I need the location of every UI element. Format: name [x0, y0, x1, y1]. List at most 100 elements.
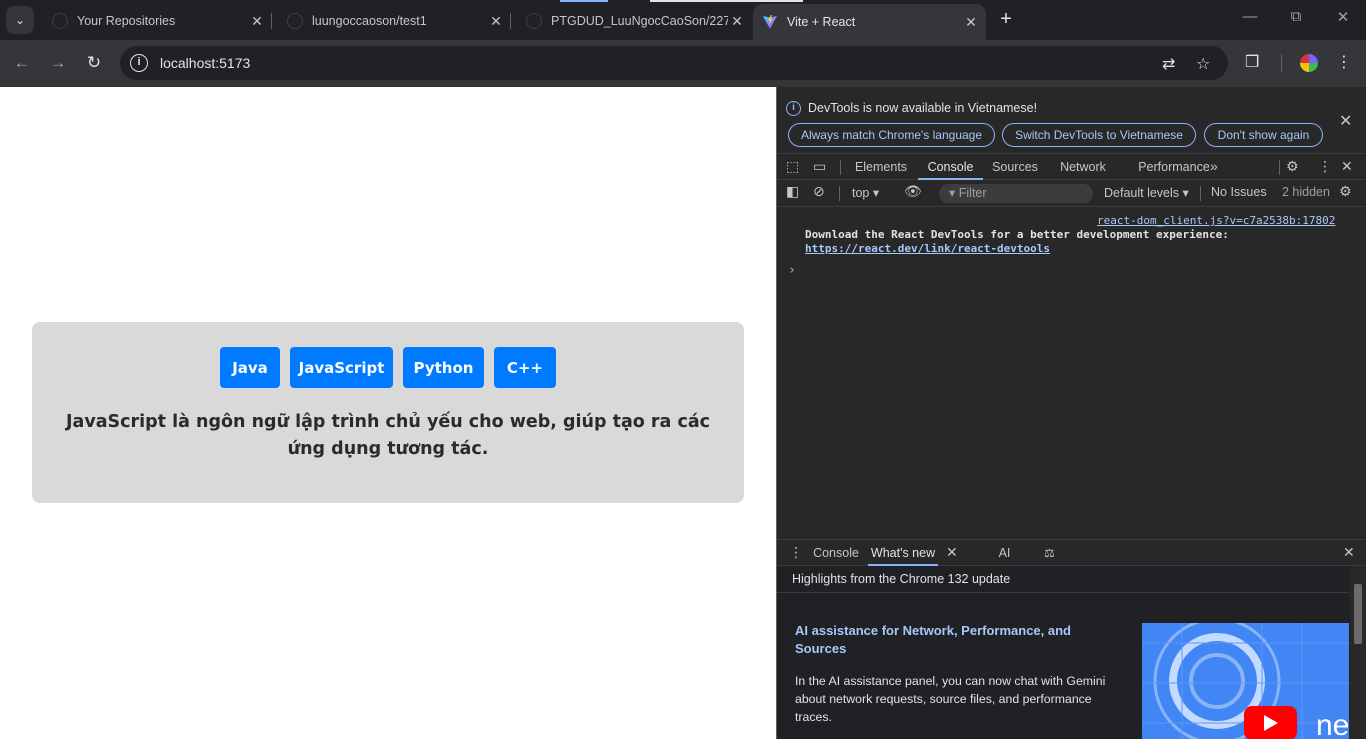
whats-new-panel: Highlights from the Chrome 132 update AI… [777, 566, 1366, 739]
language-infobar: i DevTools is now available in Vietnames… [777, 87, 1366, 153]
gear-icon[interactable]: ⚙ [1286, 158, 1299, 175]
divider [1200, 186, 1201, 201]
tab-title: Vite + React [787, 15, 856, 29]
react-devtools-link[interactable]: https://react.dev/link/react-devtools [805, 242, 1050, 255]
switch-vietnamese-button[interactable]: Switch DevTools to Vietnamese [1002, 123, 1196, 147]
tab-vite-react[interactable]: Vite + React ✕ [753, 4, 986, 40]
dont-show-again-button[interactable]: Don't show again [1204, 123, 1323, 147]
hidden-count: 2 hidden [1282, 185, 1330, 199]
info-icon: i [786, 101, 801, 116]
devtools-panel: i DevTools is now available in Vietnames… [776, 87, 1366, 739]
drawer-tab-bar: ⋮ Console What's new ✕ AI assistance ⚖ ✕ [777, 539, 1366, 586]
context-selector[interactable]: top ▾ [852, 185, 879, 200]
tab-title: Your Repositories [77, 14, 176, 28]
tab-console[interactable]: Console [918, 154, 983, 180]
site-info-icon[interactable]: i [130, 54, 148, 72]
page-viewport: Java JavaScript Python C++ JavaScript là… [0, 87, 776, 739]
tab-elements[interactable]: Elements [848, 154, 914, 180]
console-toolbar: ◧ ⊘ top ▾ 👁 ▾ Filter Default levels ▾ No… [777, 180, 1366, 207]
inspect-element-icon[interactable]: ⬚ [786, 158, 799, 175]
close-icon[interactable]: ✕ [248, 13, 266, 30]
context-label: top [852, 186, 870, 200]
tab-ptgdud[interactable]: PTGDUD_LuuNgocCaoSon/227 ✕ [512, 6, 752, 36]
drawer-tab-ai-assistance[interactable]: AI assistance [970, 540, 1039, 586]
close-icon[interactable]: ✕ [962, 14, 980, 31]
drawer-tab-whats-new[interactable]: What's new [868, 540, 938, 566]
sidebar-toggle-icon[interactable]: ◧ [786, 183, 799, 200]
tab-test1[interactable]: luungoccaoson/test1 ✕ [273, 6, 511, 36]
tab-loading-bar [560, 0, 608, 2]
address-bar[interactable]: i localhost:5173 ⇄ ☆ [120, 46, 1228, 80]
close-icon[interactable]: ✕ [1341, 158, 1353, 175]
chevron-down-icon: ⌄ [14, 13, 26, 27]
close-icon[interactable]: ✕ [728, 13, 746, 30]
url-text: localhost:5173 [160, 55, 251, 71]
back-button[interactable]: ← [9, 50, 35, 76]
drawer-scrollbar[interactable] [1350, 566, 1366, 739]
tab-title: luungoccaoson/test1 [312, 14, 427, 28]
console-filter-input[interactable]: ▾ Filter [939, 184, 1093, 203]
console-output: react-dom_client.js?v=c7a2538b:17802 Dow… [777, 207, 1366, 538]
more-options-icon[interactable]: ⋮ [1318, 158, 1332, 175]
devtools-tab-bar: ⬚ ▭ Elements Console Sources Network Per… [777, 153, 1366, 180]
log-message: Download the React DevTools for a better… [805, 228, 1229, 241]
more-tabs-icon[interactable]: » [1210, 158, 1218, 174]
cpp-button[interactable]: C++ [494, 347, 556, 388]
filter-placeholder: Filter [958, 186, 987, 200]
divider [1279, 160, 1280, 175]
tab-your-repositories[interactable]: Your Repositories ✕ [38, 6, 272, 36]
filter-icon: ▾ [949, 186, 956, 200]
close-icon[interactable]: ✕ [946, 544, 958, 561]
match-language-button[interactable]: Always match Chrome's language [788, 123, 995, 147]
video-thumbnail[interactable]: ne [1142, 623, 1349, 739]
tab-search-button[interactable]: ⌄ [6, 6, 34, 34]
log-source-link[interactable]: react-dom_client.js?v=c7a2538b:17802 [1097, 214, 1335, 227]
scrollbar-thumb[interactable] [1354, 584, 1362, 644]
close-icon[interactable]: ✕ [1339, 111, 1352, 131]
divider [840, 160, 841, 175]
github-icon [52, 13, 68, 29]
close-drawer-icon[interactable]: ✕ [1343, 544, 1355, 561]
issues-count[interactable]: No Issues [1211, 185, 1267, 199]
flask-icon: ⚖ [1044, 546, 1055, 560]
restore-button[interactable]: ⧉ [1273, 8, 1319, 25]
tab-title: PTGDUD_LuuNgocCaoSon/227 [551, 14, 728, 28]
javascript-button[interactable]: JavaScript [290, 347, 393, 388]
star-icon[interactable]: ☆ [1196, 54, 1210, 74]
language-description: JavaScript là ngôn ngữ lập trình chủ yếu… [66, 412, 710, 459]
console-prompt[interactable]: › [788, 263, 796, 278]
window-close-button[interactable]: ✕ [1320, 8, 1366, 26]
device-toolbar-icon[interactable]: ▭ [813, 158, 826, 175]
tab-sources[interactable]: Sources [987, 154, 1043, 180]
console-settings-icon[interactable]: ⚙ [1339, 183, 1352, 200]
forward-button[interactable]: → [45, 50, 71, 76]
article-title[interactable]: AI assistance for Network, Performance, … [795, 622, 1110, 658]
java-button[interactable]: Java [220, 347, 280, 388]
python-button[interactable]: Python [403, 347, 484, 388]
log-levels-label: Default levels [1104, 186, 1180, 200]
new-tab-button[interactable]: + [995, 9, 1017, 31]
tab-strip: ⌄ Your Repositories ✕ luungoccaoson/test… [0, 0, 1366, 40]
menu-icon[interactable]: ⋮ [1336, 52, 1352, 72]
close-icon[interactable]: ✕ [487, 13, 505, 30]
clear-console-icon[interactable]: ⊘ [813, 183, 825, 200]
drawer-tab-console[interactable]: Console [807, 540, 865, 566]
vite-icon [763, 15, 777, 29]
translate-icon[interactable]: ⇄ [1162, 54, 1175, 74]
reload-button[interactable]: ↻ [81, 50, 107, 76]
tab-progress-bar [650, 0, 803, 2]
divider [839, 186, 840, 201]
extensions-icon[interactable]: ❒ [1245, 52, 1259, 72]
github-icon [287, 13, 303, 29]
eye-icon[interactable]: 👁 [904, 183, 922, 200]
tab-network[interactable]: Network [1053, 154, 1113, 180]
language-card: Java JavaScript Python C++ JavaScript là… [32, 322, 744, 503]
log-levels-dropdown[interactable]: Default levels ▾ [1104, 185, 1189, 200]
toolbar-divider [1281, 54, 1282, 72]
profile-avatar[interactable] [1298, 52, 1320, 74]
minimize-button[interactable]: — [1227, 8, 1273, 25]
infobar-message: DevTools is now available in Vietnamese! [808, 101, 1038, 115]
chrome-logo-graphic: ne [1142, 623, 1349, 739]
drawer-menu-icon[interactable]: ⋮ [789, 544, 803, 561]
github-icon [526, 13, 542, 29]
